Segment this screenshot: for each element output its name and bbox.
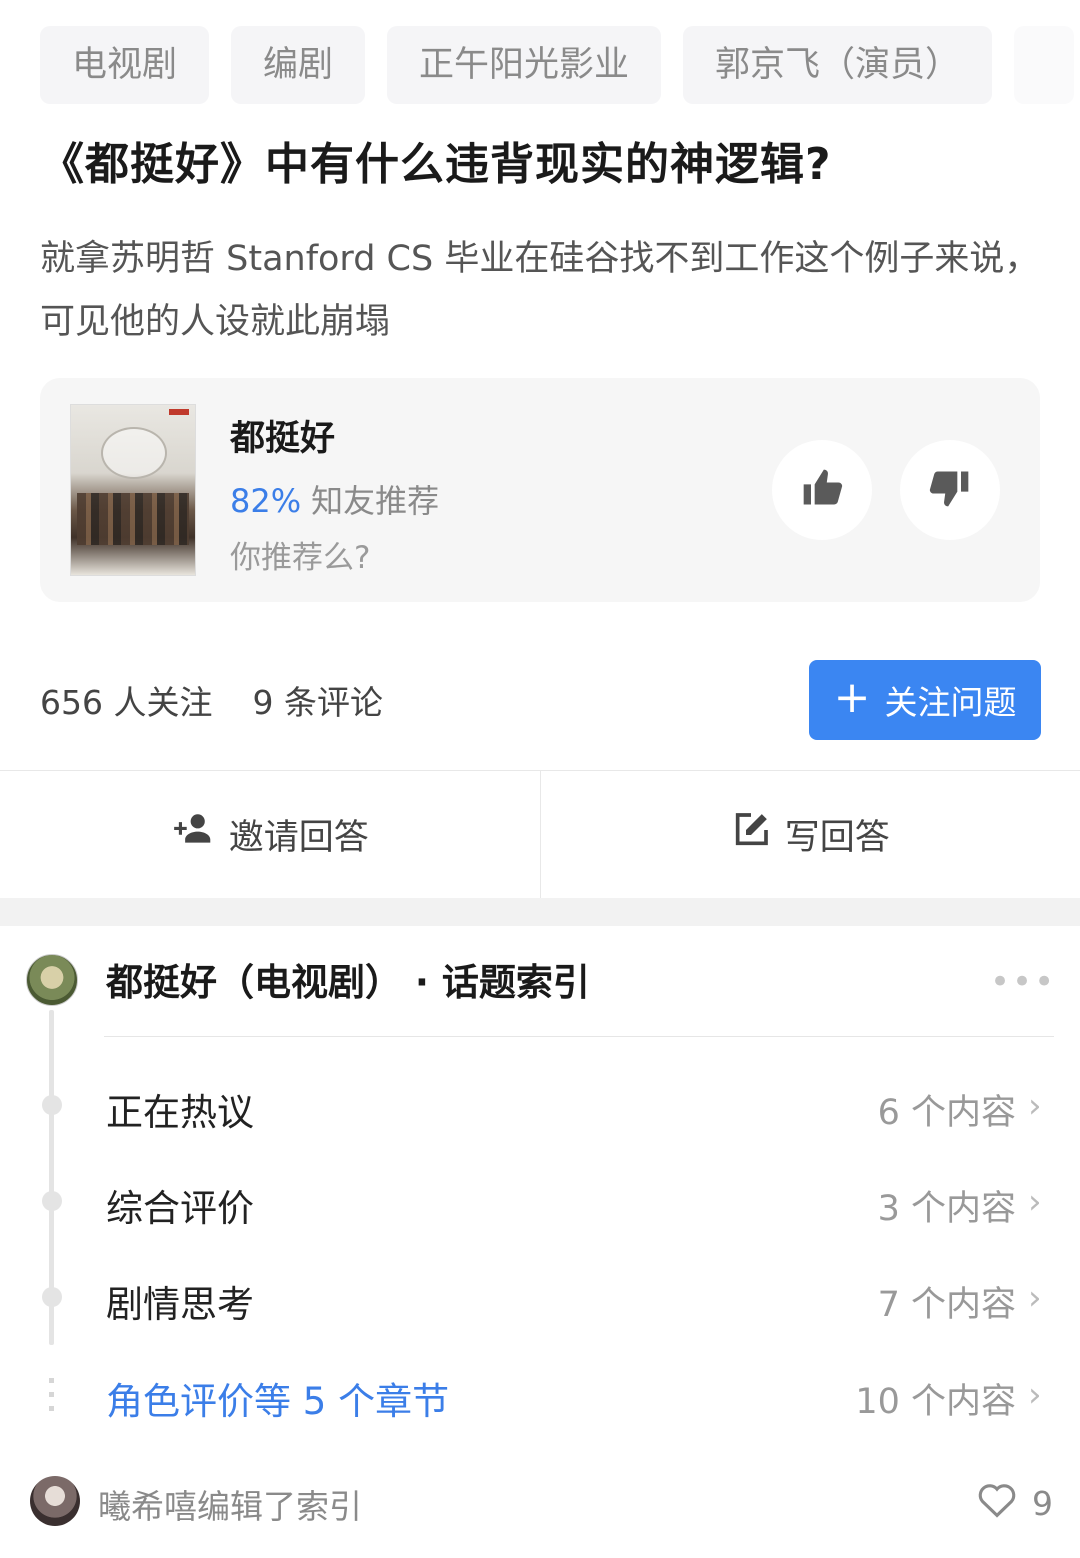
editor-note: 曦希嘻编辑了索引 — [98, 1487, 362, 1526]
tag-screenwriter[interactable]: 编剧 — [231, 26, 366, 104]
section-divider — [0, 898, 1080, 926]
topic-avatar[interactable] — [26, 954, 78, 1006]
tag-studio[interactable]: 正午阳光影业 — [387, 26, 662, 104]
thumbs-up-icon — [800, 466, 844, 514]
index-row-hot[interactable]: 正在热议 — [106, 1082, 254, 1136]
recommend-card[interactable]: 都挺好 82% 知友推荐 你推荐么? — [40, 378, 1040, 602]
comments-count[interactable]: 9 条评论 — [252, 683, 383, 722]
topic-index-title[interactable]: 都挺好（电视剧） · 话题索引 — [106, 952, 590, 1006]
poster-badge — [169, 409, 189, 415]
index-row-count: 6 个内容 — [877, 1093, 1016, 1133]
topic-index-suffix: · 话题索引 — [414, 961, 590, 1004]
like-count: 9 — [1032, 1483, 1053, 1523]
index-row-more-chapters[interactable]: 角色评价等 5 个章节 — [106, 1371, 449, 1425]
poster-emblem — [101, 427, 167, 479]
invite-answer-button[interactable]: 邀请回答 — [0, 771, 540, 898]
topic-name: 都挺好（电视剧） — [106, 961, 402, 1004]
write-answer-label: 写回答 — [784, 818, 890, 858]
show-name: 都挺好 — [230, 419, 336, 459]
chevron-right-icon: › — [1028, 1375, 1042, 1415]
index-row-plot[interactable]: 剧情思考 — [106, 1274, 254, 1328]
poster-cast — [77, 493, 189, 545]
timeline-node — [42, 1095, 62, 1115]
tag-actor[interactable]: 郭京飞（演员） — [683, 26, 993, 104]
editor-avatar[interactable] — [30, 1476, 80, 1526]
follow-button-label: 关注问题 — [884, 683, 1017, 722]
invite-answer-label: 邀请回答 — [228, 818, 369, 858]
follow-question-button[interactable]: + 关注问题 — [809, 660, 1041, 740]
recommend-prompt: 你推荐么? — [230, 540, 371, 576]
topic-tags: 电视剧 编剧 正午阳光影业 郭京飞（演员） — [40, 26, 1080, 104]
write-answer-button[interactable]: 写回答 — [539, 771, 1080, 898]
downvote-button[interactable] — [900, 440, 1000, 540]
like-button[interactable]: 9 — [976, 1480, 1053, 1526]
topic-divider — [104, 1036, 1054, 1037]
chevron-right-icon: › — [1028, 1086, 1042, 1126]
question-stats: 656 人关注 9 条评论 — [40, 676, 383, 724]
chevron-right-icon: › — [1028, 1182, 1042, 1222]
timeline-node — [42, 1191, 62, 1211]
heart-icon — [976, 1480, 1018, 1526]
answer-actions: 邀请回答 写回答 — [0, 770, 1080, 898]
edit-icon — [731, 810, 771, 859]
index-row-count: 7 个内容 — [877, 1285, 1016, 1325]
question-title: 《都挺好》中有什么违背现实的神逻辑? — [40, 139, 832, 190]
recommend-label: 知友推荐 — [311, 482, 440, 520]
index-row-count: 3 个内容 — [877, 1189, 1016, 1229]
tag-overflow[interactable] — [1014, 26, 1075, 104]
thumbs-down-icon — [928, 466, 972, 514]
index-row-count: 10 个内容 — [855, 1382, 1016, 1422]
tag-tv-series[interactable]: 电视剧 — [40, 26, 210, 104]
timeline-node — [42, 1287, 62, 1307]
plus-icon: + — [833, 672, 871, 723]
chevron-right-icon: › — [1028, 1278, 1042, 1318]
upvote-button[interactable] — [772, 440, 872, 540]
question-description[interactable]: 就拿苏明哲 Stanford CS 毕业在硅谷找不到工作这个例子来说，可见他的人… — [40, 228, 1040, 354]
timeline-dotted — [49, 1378, 54, 1414]
more-options-icon[interactable]: ••• — [990, 962, 1056, 1002]
index-row-review[interactable]: 综合评价 — [106, 1178, 254, 1232]
add-person-icon — [171, 811, 215, 858]
recommend-rate: 82% 知友推荐 — [230, 476, 439, 522]
followers-count[interactable]: 656 人关注 — [40, 683, 212, 722]
show-poster[interactable] — [70, 404, 196, 576]
recommend-percent: 82% — [230, 482, 302, 520]
